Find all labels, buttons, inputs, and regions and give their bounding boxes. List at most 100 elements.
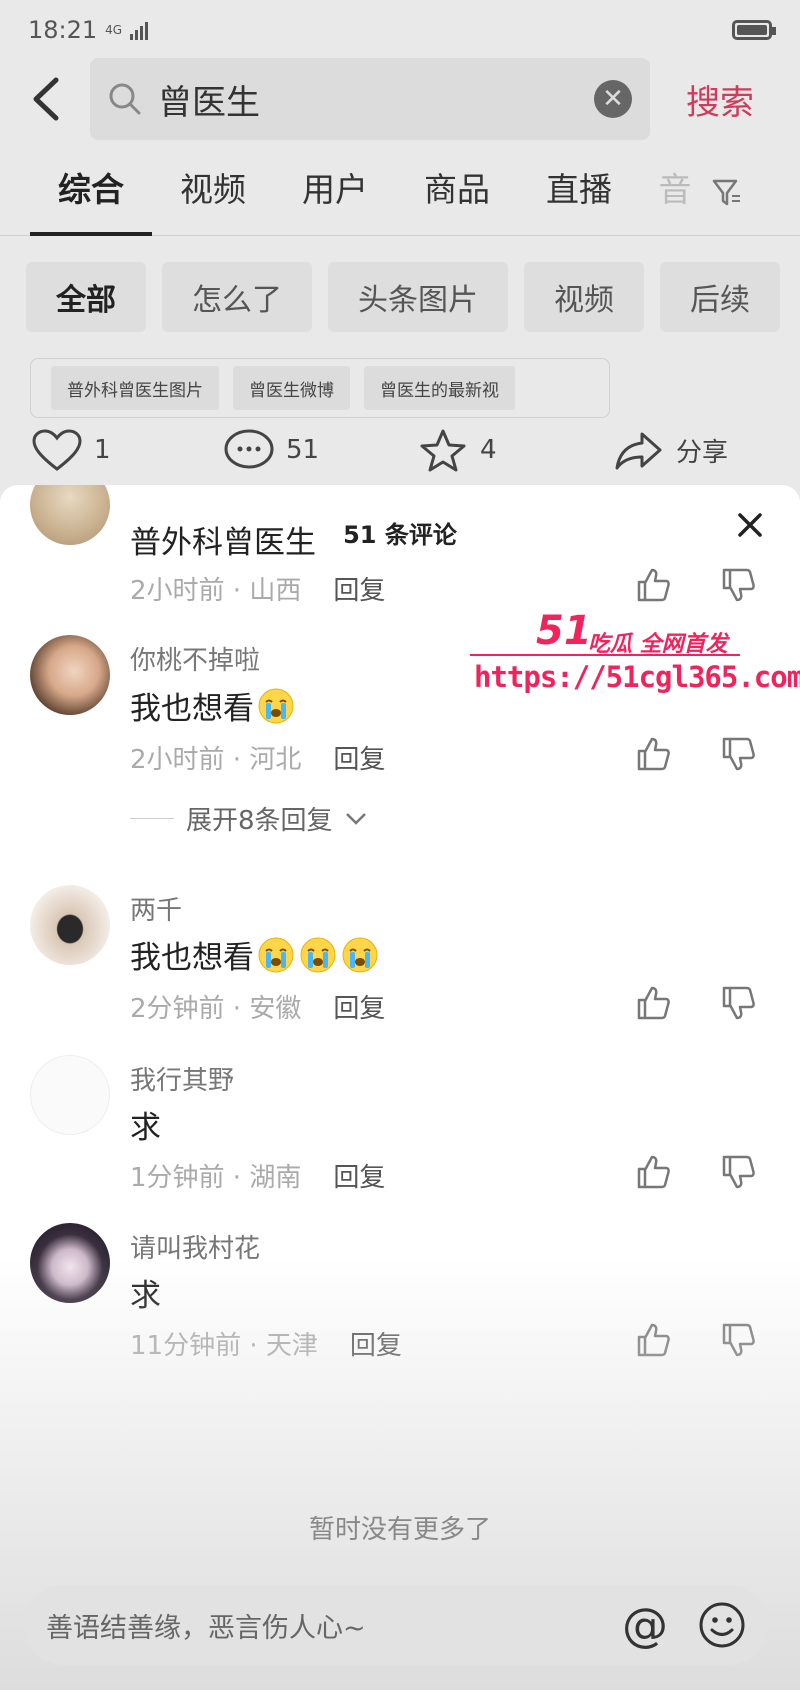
search-icon — [109, 83, 141, 115]
search-input[interactable]: 曾医生 ✕ — [90, 58, 650, 140]
comment-text-content: 我也想看 — [130, 691, 254, 727]
heart-icon — [32, 429, 82, 471]
comment-meta: 1分钟前 · 湖南 回复 — [130, 1157, 385, 1194]
crying-emoji-icon — [258, 937, 294, 972]
share-icon — [615, 432, 662, 470]
thumbs-up-icon[interactable] — [633, 1320, 673, 1360]
thumbs-down-icon[interactable] — [718, 1320, 758, 1360]
tab-music[interactable]: 音 — [640, 150, 710, 236]
comment-username[interactable]: 两千 — [130, 890, 182, 927]
reply-button[interactable]: 回复 — [350, 1331, 402, 1361]
back-button[interactable] — [0, 58, 90, 140]
related-search-item[interactable]: 曾医生微博 — [233, 366, 350, 410]
share-action[interactable]: 分享 — [612, 428, 728, 472]
thumbs-up-icon[interactable] — [633, 565, 673, 605]
thumbs-up-icon[interactable] — [633, 983, 673, 1023]
close-icon — [738, 513, 762, 537]
comment-bubble-icon — [224, 429, 274, 469]
crying-emoji-icon — [258, 688, 294, 723]
reply-button[interactable]: 回复 — [333, 1163, 385, 1193]
chip-all[interactable]: 全部 — [26, 262, 146, 332]
avatar[interactable] — [30, 1055, 110, 1135]
chip-video[interactable]: 视频 — [524, 262, 644, 332]
like-action[interactable]: 1 — [30, 428, 111, 472]
comment-time-location: 2小时前 · 河北 — [130, 745, 302, 775]
related-search-item[interactable]: 普外科曾医生图片 — [51, 366, 219, 410]
chip-headline-images[interactable]: 头条图片 — [328, 262, 508, 332]
mention-icon[interactable]: @ — [622, 1598, 668, 1652]
divider-line — [130, 818, 174, 819]
status-time: 18:21 — [28, 16, 98, 44]
comment-time-location: 2分钟前 · 安徽 — [130, 994, 302, 1024]
thumbs-down-icon[interactable] — [718, 983, 758, 1023]
comments-title: 51 条评论 — [343, 521, 457, 549]
share-label: 分享 — [676, 437, 729, 468]
thumbs-up-icon[interactable] — [633, 734, 673, 774]
tab-products[interactable]: 商品 — [396, 150, 518, 236]
close-comments-button[interactable] — [730, 505, 770, 545]
comment-time-location: 11分钟前 · 天津 — [130, 1331, 318, 1361]
thumbs-up-icon[interactable] — [633, 1152, 673, 1192]
category-chips: 全部 怎么了 头条图片 视频 后续 — [26, 262, 780, 332]
comment-meta: 2小时前 · 山西 回复 — [130, 570, 385, 607]
comment-username[interactable]: 你桃不掉啦 — [130, 640, 260, 677]
search-bar: 曾医生 ✕ 搜索 — [0, 58, 800, 140]
related-searches: 普外科曾医生图片 曾医生微博 曾医生的最新视 — [30, 358, 610, 418]
comment-username[interactable]: 请叫我村花 — [130, 1228, 260, 1265]
signal-indicator: 4G — [105, 23, 123, 37]
reply-button[interactable]: 回复 — [333, 745, 385, 775]
clear-search-button[interactable]: ✕ — [594, 80, 632, 118]
expand-replies-label: 展开8条回复 — [186, 806, 333, 836]
filter-icon[interactable] — [712, 178, 742, 208]
favorite-action[interactable]: 4 — [416, 428, 497, 472]
thumbs-down-icon[interactable] — [718, 565, 758, 605]
comment-time-location: 1分钟前 · 湖南 — [130, 1163, 302, 1193]
crying-emoji-icon — [300, 937, 336, 972]
crying-emoji-icon — [342, 937, 378, 972]
search-query: 曾医生 — [158, 82, 260, 123]
comment-meta: 2小时前 · 河北 回复 — [130, 739, 385, 776]
reply-button[interactable]: 回复 — [333, 994, 385, 1024]
related-search-item[interactable]: 曾医生的最新视 — [364, 366, 515, 410]
tab-video[interactable]: 视频 — [152, 150, 274, 236]
status-bar: 18:21 4G — [0, 0, 800, 60]
comment-input-placeholder: 善语结善缘，恶言伤人心~ — [46, 1612, 366, 1644]
thumbs-down-icon[interactable] — [718, 734, 758, 774]
comment-text-content: 我也想看 — [130, 940, 254, 976]
watermark-url: https://51cgl365.com — [474, 660, 800, 694]
like-count: 1 — [94, 435, 111, 465]
comment-action[interactable]: 51 — [222, 428, 319, 472]
star-icon — [420, 429, 466, 472]
avatar[interactable] — [30, 635, 110, 715]
watermark-rule — [470, 654, 740, 656]
tab-comprehensive[interactable]: 综合 — [30, 150, 152, 236]
chip-follow-up[interactable]: 后续 — [660, 262, 780, 332]
comment-text: 求 — [130, 1110, 161, 1146]
comment-input[interactable]: 善语结善缘，恶言伤人心~ @ — [24, 1585, 768, 1665]
comment-meta: 2分钟前 · 安徽 回复 — [130, 988, 385, 1025]
avatar[interactable] — [30, 885, 110, 965]
chip-what-happened[interactable]: 怎么了 — [162, 262, 312, 332]
no-more-comments-label: 暂时没有更多了 — [308, 1515, 491, 1545]
comment-time-location: 2小时前 · 山西 — [130, 576, 302, 606]
search-results-screen: 18:21 4G 曾医生 ✕ 搜索 综合 视频 用户 商品 直播 音 全部 怎么… — [0, 0, 800, 1690]
avatar[interactable] — [30, 1223, 110, 1303]
comment-count: 51 — [286, 435, 320, 465]
chevron-left-icon — [33, 77, 59, 121]
comment-text: 我也想看 — [130, 683, 296, 728]
tab-live[interactable]: 直播 — [518, 150, 640, 236]
reply-button[interactable]: 回复 — [333, 576, 385, 606]
tab-users[interactable]: 用户 — [274, 150, 396, 236]
thumbs-down-icon[interactable] — [718, 1152, 758, 1192]
search-button[interactable]: 搜索 — [686, 75, 754, 124]
favorite-count: 4 — [480, 435, 497, 465]
emoji-smile-icon[interactable] — [698, 1601, 746, 1649]
battery-icon — [732, 20, 776, 40]
watermark-number: 51 — [536, 608, 592, 654]
signal-icon — [130, 20, 149, 40]
watermark: 51 吃瓜 全网首发 https://51cgl365.com — [470, 608, 800, 700]
expand-replies-button[interactable]: 展开8条回复 — [130, 800, 367, 837]
comment-text: 求 — [130, 1278, 161, 1314]
comment-username[interactable]: 我行其野 — [130, 1060, 234, 1097]
comment-text: 普外科曾医生 — [130, 525, 316, 561]
